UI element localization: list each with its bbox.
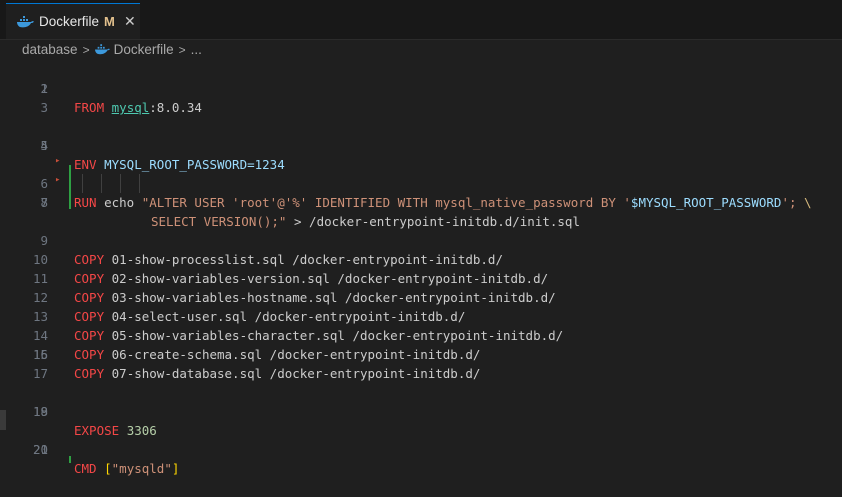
chevron-right-icon: > [82,42,90,57]
code-line: 6 RUN echo "ALTER USER 'root'@'%' IDENTI… [0,155,842,210]
line-number: 5 [40,138,48,153]
code-line: 20 CMD ["mysqld"] [0,421,842,476]
keyword: CMD [74,461,97,476]
breadcrumb-folder[interactable]: database [22,42,78,57]
breadcrumb: database > Dockerfile > ... [0,39,842,60]
bracket: ] [171,461,180,476]
code-line: 15 COPY 07-show-database.sql /docker-ent… [0,326,842,381]
tab-title: Dockerfile [39,14,100,29]
docker-icon [17,15,34,27]
line-number: 2 [40,81,48,96]
modified-indicator: M [104,14,115,29]
line-number: 17 [32,366,48,381]
code-line: 11 COPY 03-show-variables-hostname.sql /… [0,250,842,305]
line-number: 3 [40,100,48,115]
line-number: 16 [32,347,48,362]
code-line: 12 COPY 04-select-user.sql /docker-entry… [0,269,842,324]
chevron-right-icon: > [178,42,186,57]
tab-dockerfile[interactable]: Dockerfile M ✕ [6,3,140,39]
scrollbar[interactable] [0,410,6,430]
close-icon[interactable]: ✕ [123,13,137,30]
line-number: 19 [32,404,48,419]
code-editor[interactable]: ▸ ▸ 1 FROM mysql:8.0.34 2 3 4 ENV MYSQL_… [0,60,842,476]
string: "mysqld" [111,461,172,476]
breadcrumb-more[interactable]: ... [191,42,202,57]
code-line: 13 COPY 05-show-variables-character.sql … [0,288,842,343]
code-line: 10 COPY 02-show-variables-version.sql /d… [0,231,842,286]
code-line: 1 FROM mysql:8.0.34 [0,60,842,115]
tab-bar: Dockerfile M ✕ [0,0,842,40]
code-line: 9 COPY 01-show-processlist.sql /docker-e… [0,212,842,267]
code-line: 18 EXPOSE 3306 [0,383,842,438]
breadcrumb-file[interactable]: Dockerfile [114,42,174,57]
line-number: 8 [40,195,48,210]
line-number: 21 [32,442,48,457]
code-line: 4 ENV MYSQL_ROOT_PASSWORD=1234 [0,117,842,172]
code-line: 7 SELECT VERSION();" > /docker-entrypoin… [0,174,842,229]
docker-icon [94,44,110,55]
bracket: [ [104,461,112,476]
code-line: 14 COPY 06-create-schema.sql /docker-ent… [0,307,842,362]
